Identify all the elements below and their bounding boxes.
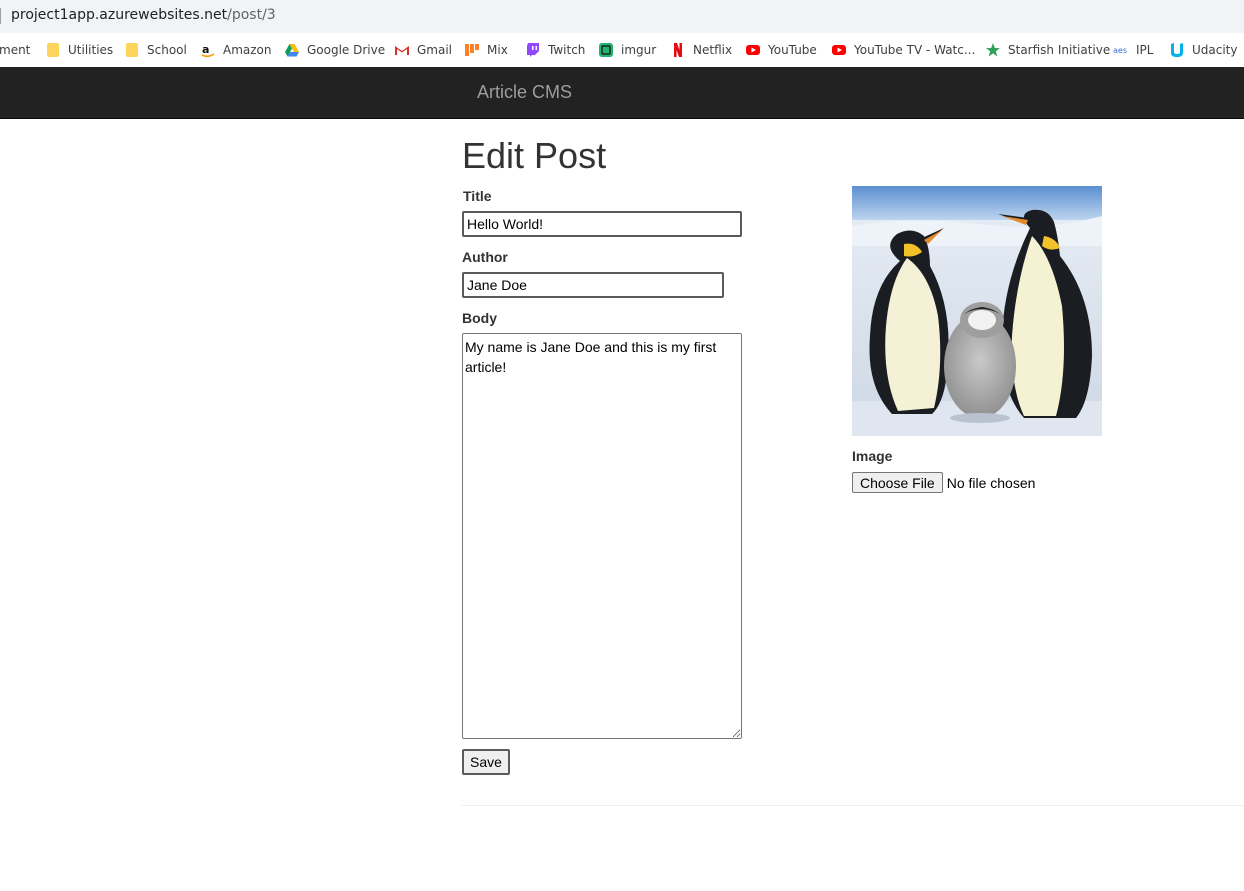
bookmark-label: School — [147, 43, 187, 57]
bookmark-mix[interactable]: Mix — [464, 40, 508, 60]
title-label: Title — [463, 188, 492, 204]
bookmark-label: Gmail — [417, 43, 453, 57]
body-label: Body — [462, 310, 497, 326]
bookmark-school[interactable]: School — [124, 40, 187, 60]
bookmark-amazon[interactable]: a Amazon — [200, 40, 272, 60]
bookmark-label: Starfish Initiative — [1008, 43, 1111, 57]
author-input[interactable] — [462, 272, 724, 298]
bookmark-label: IPL — [1136, 43, 1154, 57]
youtube-icon — [745, 42, 761, 58]
bookmark-label: YouTube TV - Watc... — [854, 43, 976, 57]
amazon-icon: a — [200, 42, 216, 58]
twitch-icon — [525, 42, 541, 58]
save-button[interactable]: Save — [462, 749, 510, 775]
title-input[interactable] — [462, 211, 742, 237]
bookmark-netflix[interactable]: Netflix — [670, 40, 732, 60]
bookmark-label: imgur — [621, 43, 657, 57]
udacity-icon — [1169, 42, 1185, 58]
address-bar[interactable]: project1app.azurewebsites.net/post/3 — [0, 0, 1244, 33]
bookmark-starfish-initiative[interactable]: Starfish Initiative — [985, 40, 1110, 60]
imgur-icon — [598, 42, 614, 58]
svg-text:a: a — [202, 43, 209, 56]
google-drive-icon — [284, 42, 300, 58]
footer-divider — [462, 805, 1244, 806]
ipl-icon: aes — [1113, 42, 1129, 58]
bookmark-imgur[interactable]: imgur — [598, 40, 656, 60]
bookmark-ment[interactable]: ment — [0, 40, 30, 60]
gmail-icon — [394, 42, 410, 58]
navbar: Article CMS — [0, 67, 1244, 119]
bookmark-label: Amazon — [223, 43, 272, 57]
url-host: project1app.azurewebsites.net — [11, 7, 228, 23]
address-bar-divider — [0, 8, 1, 24]
bookmark-label: Google Drive — [307, 43, 386, 57]
youtube-icon — [831, 42, 847, 58]
bookmark-google-drive[interactable]: Google Drive — [284, 40, 385, 60]
bookmark-gmail[interactable]: Gmail — [394, 40, 452, 60]
bookmark-youtube[interactable]: YouTube — [745, 40, 817, 60]
bookmark-label: Udacity — [1192, 43, 1238, 57]
folder-icon — [45, 42, 61, 58]
url-path: /post/3 — [227, 7, 276, 23]
bookmark-twitch[interactable]: Twitch — [525, 40, 585, 60]
image-label: Image — [852, 448, 893, 464]
bookmark-label: Twitch — [548, 43, 586, 57]
svg-text:aes: aes — [1113, 46, 1127, 55]
file-input[interactable]: Choose File No file chosen — [852, 472, 1035, 493]
bookmark-label: YouTube — [768, 43, 817, 57]
bookmark-utilities[interactable]: Utilities — [45, 40, 113, 60]
bookmarks-bar: ment Utilities School a Amazon Google Dr… — [0, 33, 1244, 68]
navbar-brand[interactable]: Article CMS — [477, 82, 572, 103]
author-label: Author — [462, 249, 508, 265]
body-textarea[interactable]: My name is Jane Doe and this is my first… — [462, 333, 742, 739]
bookmark-label: Mix — [487, 43, 508, 57]
bookmark-label: Netflix — [693, 43, 733, 57]
bookmark-udacity[interactable]: Udacity — [1169, 40, 1238, 60]
bookmark-label: ment — [0, 43, 31, 57]
file-status-text: No file chosen — [946, 474, 1036, 491]
bookmark-ipl[interactable]: aes IPL — [1113, 40, 1153, 60]
page-title: Edit Post — [462, 135, 607, 176]
starfish-icon — [985, 42, 1001, 58]
mix-icon — [464, 42, 480, 58]
post-image — [852, 186, 1102, 436]
bookmark-youtube-tv[interactable]: YouTube TV - Watc... — [831, 40, 975, 60]
url-text[interactable]: project1app.azurewebsites.net/post/3 — [11, 7, 276, 23]
folder-icon — [124, 42, 140, 58]
netflix-icon — [670, 42, 686, 58]
bookmark-label: Utilities — [68, 43, 114, 57]
choose-file-button[interactable]: Choose File — [852, 472, 943, 493]
